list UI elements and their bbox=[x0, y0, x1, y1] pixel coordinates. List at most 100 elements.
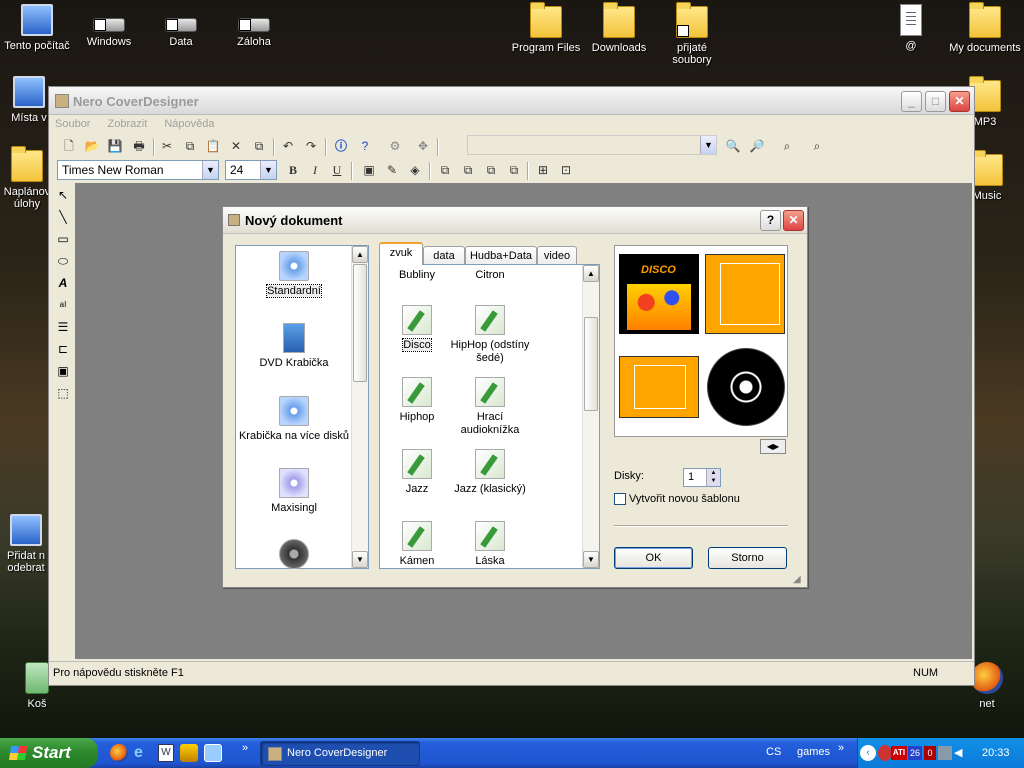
doctype-maxisingle[interactable]: Maxisingl bbox=[236, 468, 352, 515]
forward-icon[interactable]: ⧉ bbox=[481, 160, 501, 180]
template-citron[interactable]: Citron bbox=[450, 269, 530, 282]
template-jazz-classic[interactable]: Jazz (klasický) bbox=[450, 449, 530, 496]
start-button[interactable]: Start bbox=[0, 738, 98, 768]
desktop-icon-downloads[interactable]: Downloads bbox=[582, 2, 656, 54]
template-list[interactable]: Bubliny Citron Disco HipHop (odstíny šed… bbox=[379, 264, 600, 569]
language-indicator[interactable]: CS bbox=[766, 746, 781, 758]
maximize-button[interactable]: □ bbox=[925, 91, 946, 112]
fill-icon[interactable]: ◈ bbox=[405, 160, 425, 180]
zoom-in-icon[interactable]: 🔍 bbox=[723, 136, 743, 156]
desktop-icon-prijate-soubory[interactable]: přijaté soubory bbox=[656, 2, 728, 66]
title-bar[interactable]: Nero CoverDesigner _ □ ✕ bbox=[49, 87, 974, 115]
tab-video[interactable]: video bbox=[537, 246, 577, 266]
template-jazz[interactable]: Jazz bbox=[380, 449, 457, 496]
undo-icon[interactable]: ↶ bbox=[278, 136, 298, 156]
tab-hudba-data[interactable]: Hudba+Data bbox=[465, 246, 537, 266]
clock[interactable]: 20:33 bbox=[982, 738, 1010, 768]
doctype-disc-label[interactable] bbox=[236, 539, 352, 573]
duplicate-icon[interactable]: ⧉ bbox=[249, 136, 269, 156]
desktop-icon-program-files[interactable]: Program Files bbox=[509, 2, 583, 54]
open-icon[interactable]: 📂 bbox=[82, 136, 102, 156]
zoom-out-icon[interactable]: 🔎 bbox=[747, 136, 767, 156]
template-audiobook[interactable]: Hrací audioknížka bbox=[450, 377, 530, 437]
quicklaunch-more-icon[interactable]: » bbox=[242, 742, 248, 754]
text-field-icon[interactable]: aI bbox=[53, 295, 73, 315]
scroll-up-icon[interactable]: ▲ bbox=[352, 246, 368, 263]
tray-app-icon[interactable] bbox=[878, 745, 892, 761]
delete-icon[interactable]: ✕ bbox=[226, 136, 246, 156]
list-icon[interactable]: ☰ bbox=[53, 317, 73, 337]
template-kamen[interactable]: Kámen bbox=[380, 521, 457, 568]
cancel-button[interactable]: Storno bbox=[708, 547, 787, 569]
print-icon[interactable]: 🖶 bbox=[129, 136, 149, 156]
object-select[interactable]: ▼ bbox=[467, 135, 717, 155]
tree-icon[interactable]: ⊏ bbox=[53, 339, 73, 359]
scroll-thumb[interactable] bbox=[353, 264, 367, 382]
document-type-list[interactable]: Standardní DVD Krabička Krabička na více… bbox=[235, 245, 369, 569]
ie-quicklaunch-icon[interactable]: e bbox=[134, 744, 152, 762]
dialog-close-button[interactable]: ✕ bbox=[783, 210, 804, 231]
minimize-button[interactable]: _ bbox=[901, 91, 922, 112]
desktop-icon-add-remove[interactable]: Přidat n odebrat bbox=[0, 514, 52, 574]
bold-button[interactable]: B bbox=[283, 160, 303, 180]
doctype-scrollbar[interactable]: ▲ ▼ bbox=[351, 246, 368, 568]
template-hiphop-gray[interactable]: HipHop (odstíny šedé) bbox=[450, 305, 530, 365]
disks-spinner[interactable]: 1 ▲ ▼ bbox=[683, 468, 721, 487]
paste-icon[interactable]: 📋 bbox=[203, 136, 223, 156]
scroll-up-icon[interactable]: ▲ bbox=[583, 265, 599, 282]
tab-data[interactable]: data bbox=[423, 246, 465, 266]
underline-button[interactable]: U bbox=[327, 160, 347, 180]
ungroup-icon[interactable]: ⊡ bbox=[556, 160, 576, 180]
ok-button[interactable]: OK bbox=[614, 547, 693, 569]
pen-icon[interactable]: ✎ bbox=[382, 160, 402, 180]
doctype-multi-disc-box[interactable]: Krabička na více disků bbox=[236, 396, 352, 443]
menu-napoveda[interactable]: Nápověda bbox=[164, 118, 214, 130]
zoom-page-icon[interactable]: ⌕ bbox=[777, 136, 797, 156]
redo-icon[interactable]: ↷ bbox=[301, 136, 321, 156]
doctype-dvd-box[interactable]: DVD Krabička bbox=[236, 323, 352, 370]
save-icon[interactable]: 💾 bbox=[105, 136, 125, 156]
desktop-icon-data[interactable]: Data bbox=[144, 4, 218, 48]
tray-collapse-icon[interactable]: ‹ bbox=[860, 745, 876, 761]
cut-icon[interactable]: ✂ bbox=[157, 136, 177, 156]
preview-scroll-buttons[interactable]: ◀▶ bbox=[760, 439, 786, 454]
template-bubliny[interactable]: Bubliny bbox=[380, 269, 457, 282]
new-icon[interactable]: 🗋 bbox=[59, 136, 79, 156]
template-hiphop[interactable]: Hiphop bbox=[380, 377, 457, 424]
toolbar-more-icon[interactable]: » bbox=[838, 742, 844, 754]
help-button[interactable]: ? bbox=[760, 210, 781, 231]
scroll-down-icon[interactable]: ▼ bbox=[352, 551, 368, 568]
spinner-arrows-icon[interactable]: ▲ ▼ bbox=[706, 469, 720, 486]
scroll-thumb[interactable] bbox=[584, 317, 598, 411]
desktop-icon-zaloha[interactable]: Záloha bbox=[217, 4, 291, 48]
desktop-icon-my-documents[interactable]: My documents bbox=[946, 2, 1024, 54]
menu-soubor[interactable]: Soubor bbox=[55, 118, 90, 130]
doctype-standard[interactable]: Standardní bbox=[236, 251, 352, 298]
tool-icon[interactable]: ✥ bbox=[413, 136, 433, 156]
rectangle-icon[interactable]: ▭ bbox=[53, 229, 73, 249]
people-quicklaunch-icon[interactable] bbox=[180, 744, 198, 762]
group-icon[interactable]: ⊞ bbox=[533, 160, 553, 180]
copy-icon[interactable]: ⧉ bbox=[180, 136, 200, 156]
template-scrollbar[interactable]: ▲ ▼ bbox=[582, 265, 599, 568]
backward-icon[interactable]: ⧉ bbox=[504, 160, 524, 180]
volume-tray-icon[interactable]: ◀ bbox=[954, 746, 966, 760]
template-laska[interactable]: Láska bbox=[450, 521, 530, 568]
template-disco[interactable]: Disco bbox=[380, 305, 457, 352]
image-frame-icon[interactable]: ▣ bbox=[53, 361, 73, 381]
ellipse-icon[interactable]: ⬭ bbox=[53, 251, 73, 271]
desktop-icon-my-computer[interactable]: Tento počítač bbox=[0, 4, 74, 52]
bring-front-icon[interactable]: ⧉ bbox=[435, 160, 455, 180]
pointer-icon[interactable]: ↖ bbox=[53, 185, 73, 205]
image-icon[interactable]: ▣ bbox=[359, 160, 379, 180]
scroll-down-icon[interactable]: ▼ bbox=[583, 551, 599, 568]
app-quicklaunch-icon[interactable] bbox=[204, 744, 222, 762]
zoom-fit-icon[interactable]: ⌕ bbox=[807, 136, 827, 156]
text-icon[interactable]: A bbox=[53, 273, 73, 293]
network-tray-icon[interactable] bbox=[938, 746, 952, 760]
font-size-select[interactable]: 24 ▼ bbox=[225, 160, 277, 180]
desktop-icon-at[interactable]: @ bbox=[874, 4, 948, 52]
ati-tray-icon[interactable]: ATI bbox=[891, 746, 907, 760]
info-icon[interactable]: ⓘ bbox=[331, 136, 351, 156]
taskbar-task-nero[interactable]: Nero CoverDesigner bbox=[260, 741, 420, 766]
